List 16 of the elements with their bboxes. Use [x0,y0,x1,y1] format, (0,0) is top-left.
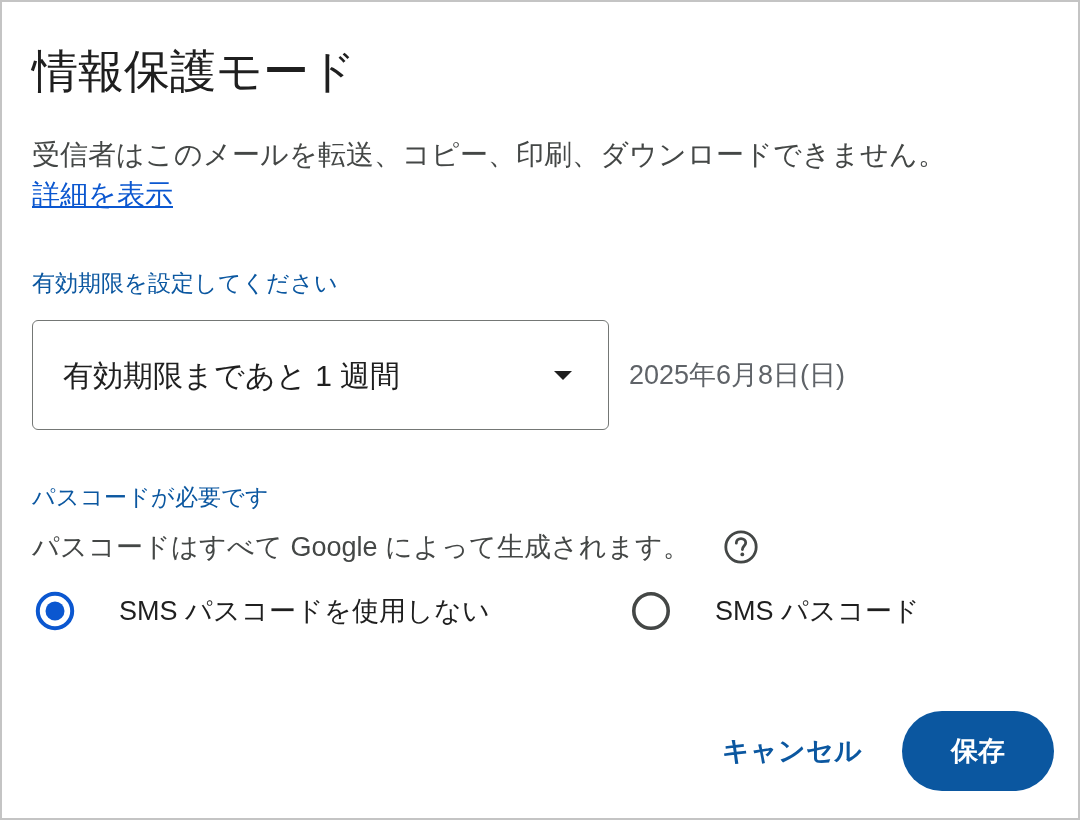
help-icon[interactable] [724,530,759,564]
radio-option[interactable]: SMS パスコード [631,591,920,632]
dialog-title: 情報保護モード [32,44,357,99]
radio-icon[interactable] [35,591,75,632]
cancel-button[interactable]: キャンセル [700,711,884,791]
radio-option[interactable]: SMS パスコードを使用しない [35,591,631,632]
date-text: 2025年6月8日(日) [629,358,846,392]
section-label: パスコードが必要です [32,483,270,512]
save-button[interactable]: 保存 [902,711,1054,791]
note-text: パスコードはすべて Google によって生成されます。 [32,531,691,564]
dropdown-field[interactable]: 有効期限まであと 1 週間 [32,320,609,430]
learn-more-link[interactable]: 詳細を表示 [32,179,173,210]
radio-icon[interactable] [631,591,671,632]
section-label: 有効期限を設定してください [32,269,339,298]
caret-icon [554,370,572,380]
description-text: 受信者はこのメールを転送、コピー、印刷、ダウンロードできません。 詳細を表示 [32,138,947,212]
